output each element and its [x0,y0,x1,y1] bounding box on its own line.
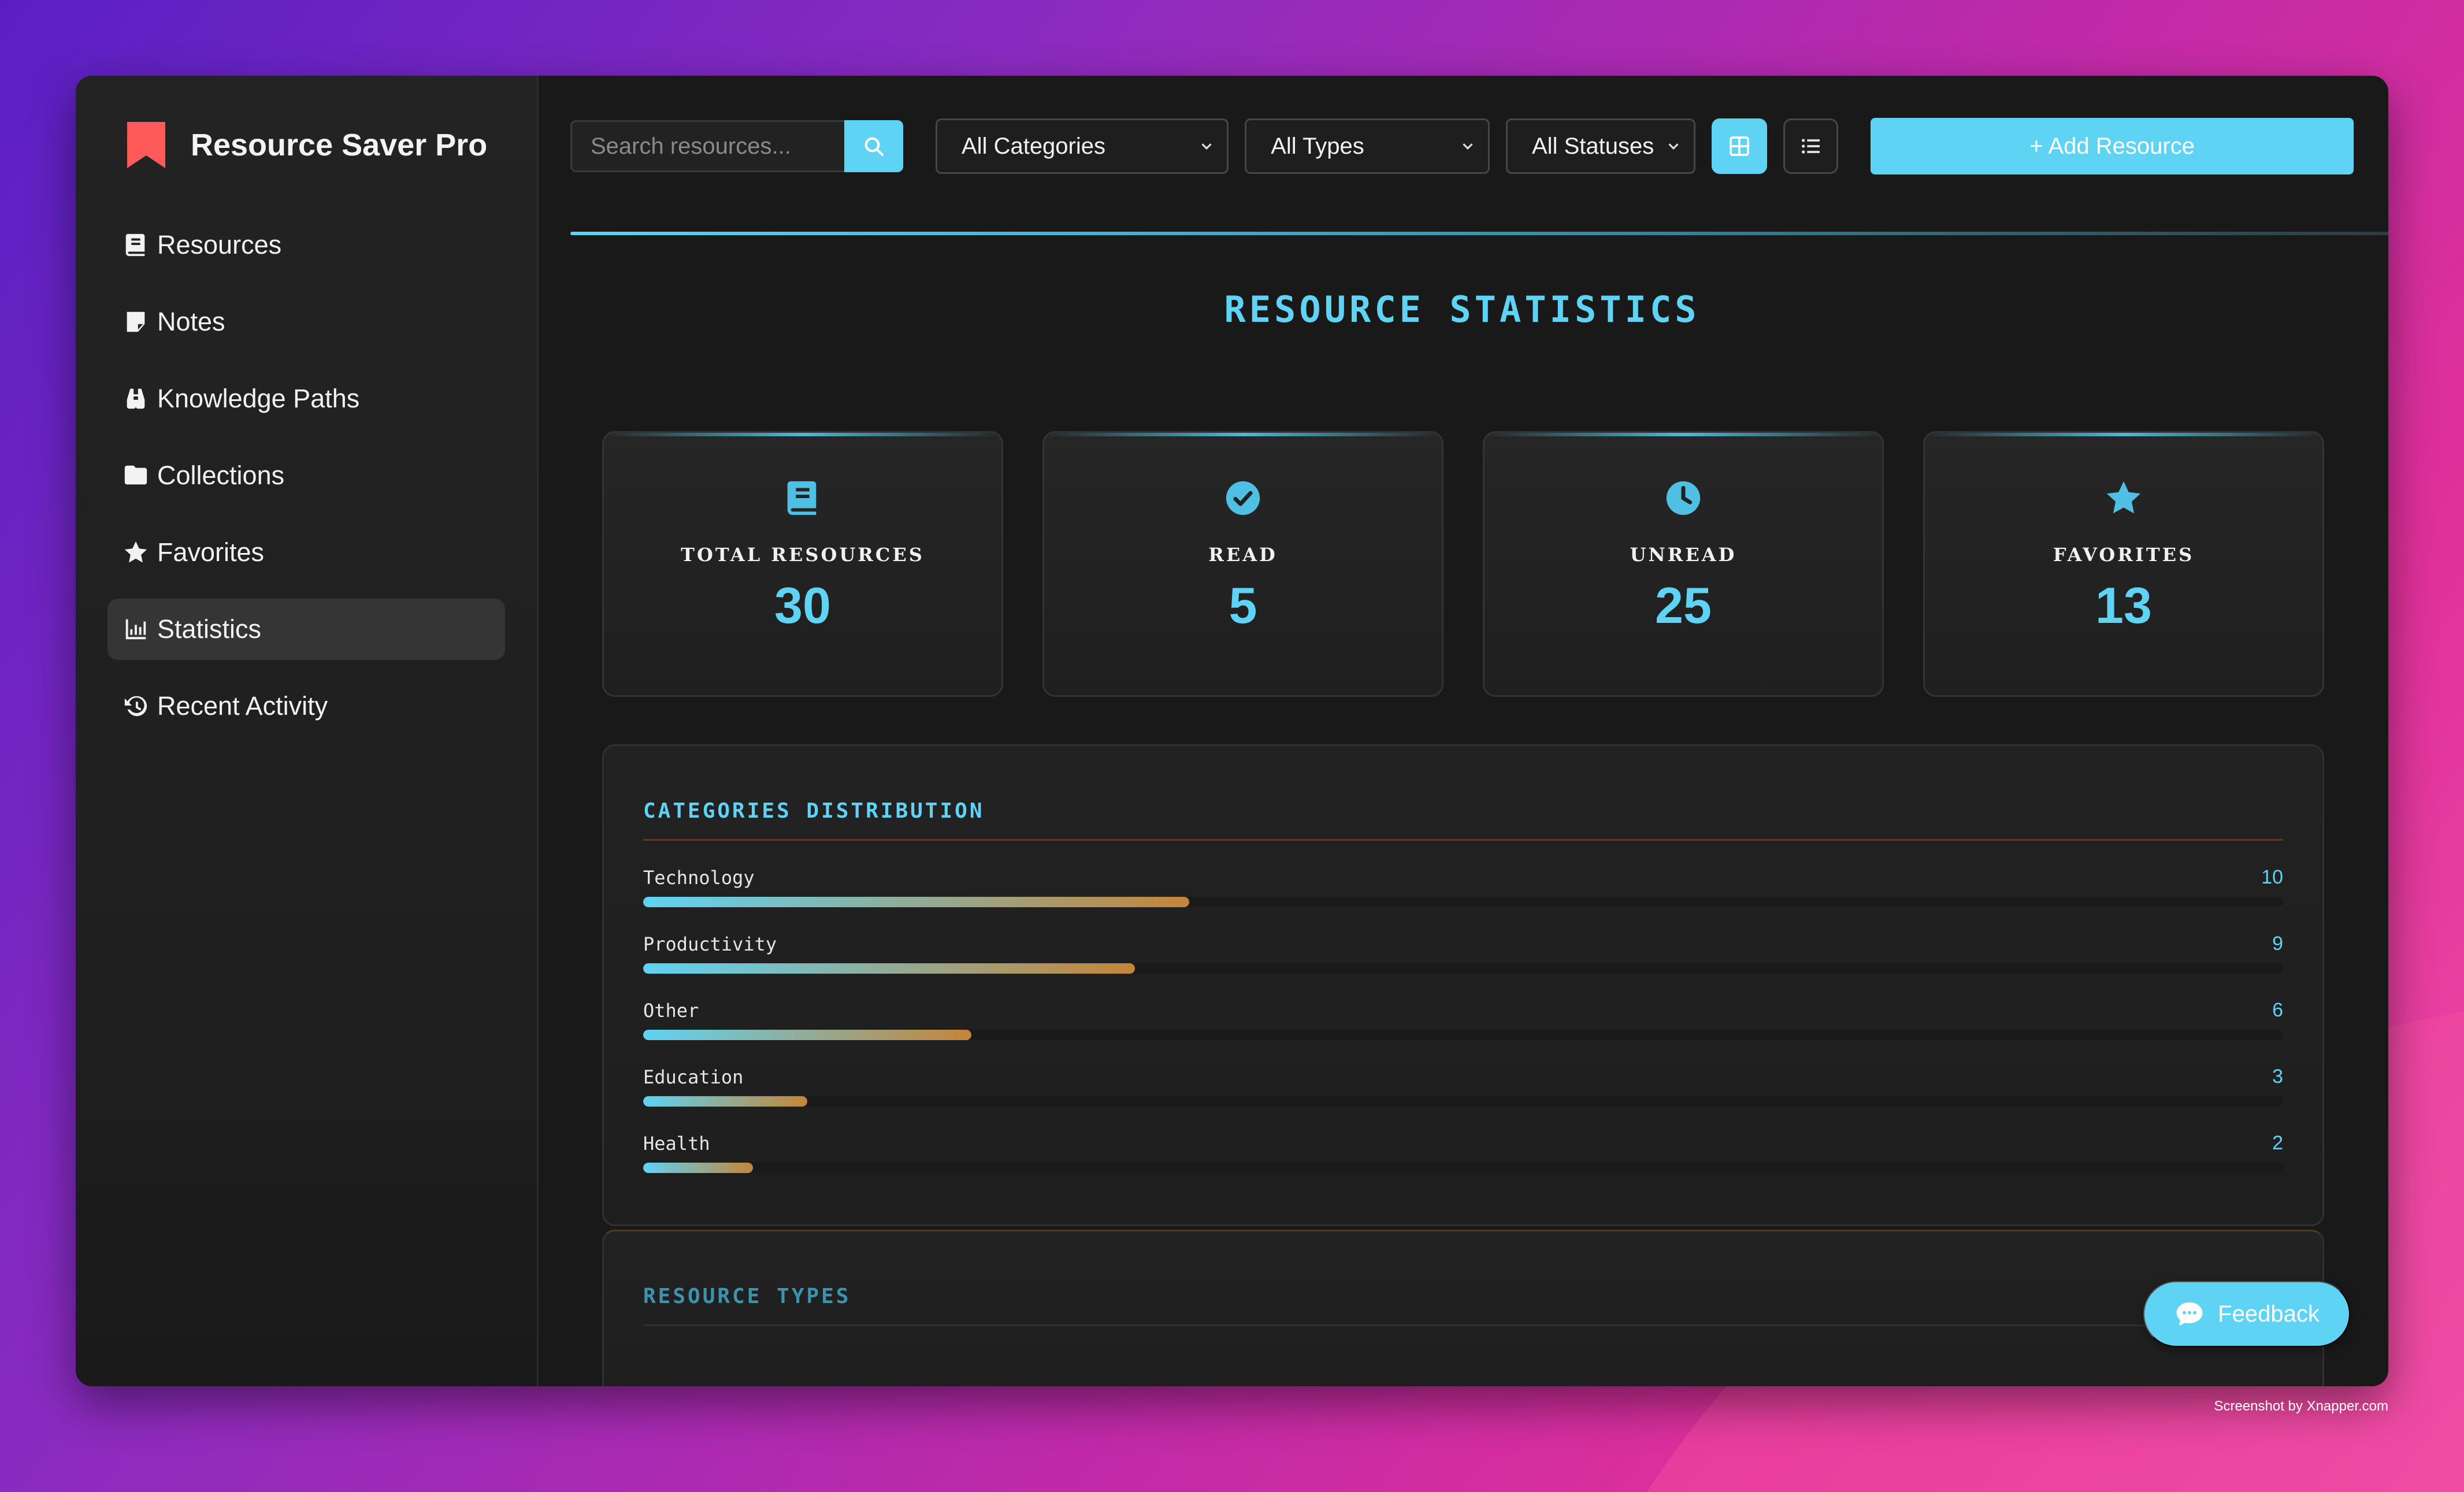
type-select-value: All Types [1271,133,1364,159]
stat-card-favorites: FAVORITES 13 [1923,431,2324,697]
category-name: Productivity [643,933,777,955]
sidebar-item-label: Favorites [157,537,265,567]
toolbar: All Categories All Types All Statuses + … [570,118,2354,175]
sidebar-item-label: Resources [157,230,282,259]
sidebar-item-recent-activity[interactable]: Recent Activity [107,676,505,737]
chevron-down-icon [1463,143,1473,150]
app-window: Resource Saver Pro Resources Notes Knowl… [76,76,2388,1386]
status-select-value: All Statuses [1532,133,1654,159]
category-bar-track [643,1030,2283,1040]
category-bar-fill [643,1163,754,1173]
stat-label: TOTAL RESOURCES [681,544,925,566]
stat-value: 30 [774,577,831,634]
feedback-label: Feedback [2218,1301,2320,1327]
binoculars-icon [123,385,149,412]
search-input[interactable] [570,120,844,172]
book-icon [123,232,149,258]
sidebar-item-collections[interactable]: Collections [107,445,505,506]
brand: Resource Saver Pro [107,110,505,180]
stat-card-unread: UNREAD 25 [1483,431,1884,697]
resource-types-panel: RESOURCE TYPES [602,1230,2324,1386]
stat-label: FAVORITES [2053,544,2195,566]
category-name: Education [643,1066,744,1088]
type-select[interactable]: All Types [1245,118,1490,174]
category-count: 3 [2272,1066,2283,1088]
category-name: Other [643,999,699,1022]
sidebar-item-statistics[interactable]: Statistics [107,599,505,660]
note-icon [123,309,149,335]
stats-row: TOTAL RESOURCES 30 READ 5 UNREAD 25 FAVO… [602,431,2354,697]
category-count: 9 [2272,933,2283,955]
feedback-button[interactable]: Feedback [2143,1281,2350,1347]
category-row: Technology 10 [643,866,2283,907]
category-count: 6 [2272,999,2283,1021]
grid-icon [1730,136,1749,156]
category-count: 10 [2261,866,2283,888]
sidebar-item-resources[interactable]: Resources [107,214,505,276]
category-bar-track [643,1163,2283,1173]
category-name: Technology [643,866,755,889]
add-resource-button[interactable]: + Add Resource [1871,118,2354,175]
category-bar-track [643,897,2283,907]
category-row: Education 3 [643,1066,2283,1107]
category-count: 2 [2272,1132,2283,1154]
stat-card-read: READ 5 [1042,431,1443,697]
search-icon [864,137,884,157]
stat-label: UNREAD [1630,544,1737,566]
category-bar-fill [643,963,1135,974]
search-button[interactable] [844,120,903,172]
stat-value: 5 [1229,577,1257,634]
category-bar-fill [643,897,1190,907]
folder-icon [123,462,149,489]
clock-icon [1663,478,1704,518]
stat-card-total: TOTAL RESOURCES 30 [602,431,1003,697]
category-row: Productivity 9 [643,933,2283,974]
chart-icon [123,616,149,643]
category-bar-track [643,963,2283,974]
category-select[interactable]: All Categories [936,118,1229,174]
bookmark-logo-icon [127,122,165,168]
sidebar-item-label: Recent Activity [157,691,328,721]
search-bar [570,120,903,172]
categories-panel: CATEGORIES DISTRIBUTION Technology 10 Pr… [602,744,2324,1226]
grid-view-button[interactable] [1712,118,1767,174]
history-icon [123,693,149,719]
sidebar-item-label: Collections [157,461,285,490]
sidebar-item-favorites[interactable]: Favorites [107,522,505,583]
sidebar-item-label: Statistics [157,614,262,644]
stat-value: 13 [2095,577,2152,634]
resource-types-title: RESOURCE TYPES [643,1285,2283,1326]
sidebar-item-label: Knowledge Paths [157,384,360,413]
header-divider [570,232,2388,235]
list-icon [1801,139,1820,154]
sidebar-item-notes[interactable]: Notes [107,291,505,352]
page-title: RESOURCE STATISTICS [1224,288,1700,331]
chevron-down-icon [1201,143,1212,150]
stat-value: 25 [1655,577,1712,634]
book-icon [782,478,823,518]
sidebar-item-knowledge-paths[interactable]: Knowledge Paths [107,368,505,429]
category-name: Health [643,1132,710,1155]
check-circle-icon [1223,478,1263,518]
star-icon [2103,478,2144,518]
chat-icon [2176,1302,2203,1326]
star-icon [123,539,149,566]
category-bar-track [643,1096,2283,1107]
main-content: All Categories All Types All Statuses + … [539,76,2388,1386]
app-title: Resource Saver Pro [191,128,488,162]
categories-title: CATEGORIES DISTRIBUTION [643,799,2283,841]
category-select-value: All Categories [962,133,1106,159]
sidebar: Resource Saver Pro Resources Notes Knowl… [76,76,539,1386]
category-row: Other 6 [643,999,2283,1040]
stat-label: READ [1208,544,1278,566]
category-row: Health 2 [643,1132,2283,1173]
list-view-button[interactable] [1783,118,1839,174]
status-select[interactable]: All Statuses [1506,118,1696,174]
category-bar-fill [643,1096,807,1107]
watermark: Screenshot by Xnapper.com [2214,1398,2388,1414]
category-bar-fill [643,1030,971,1040]
sidebar-item-label: Notes [157,307,225,336]
chevron-down-icon [1668,143,1679,150]
